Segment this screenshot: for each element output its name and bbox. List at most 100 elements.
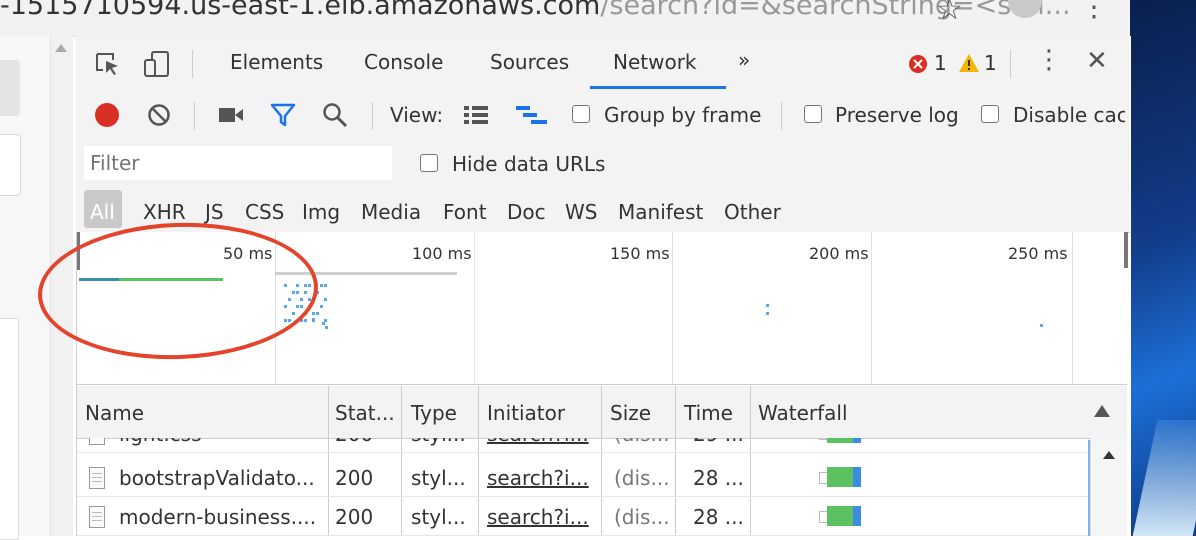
overview-request-dot [320,305,323,308]
warning-count[interactable]: 1 [984,51,997,75]
request-name[interactable]: light.css [119,438,202,446]
more-tabs-button[interactable]: » [738,48,750,72]
waterfall-bar[interactable] [853,506,861,526]
overview-request-dot [766,304,769,307]
group-by-frame-label[interactable]: Group by frame [604,103,761,127]
overview-right-handle[interactable] [1124,232,1128,268]
request-time: 29 ... [693,438,744,446]
request-name[interactable]: modern-business.... [119,505,316,529]
hide-data-urls-label[interactable]: Hide data URLs [452,152,605,176]
filter-type-js[interactable]: JS [205,200,224,224]
filter-type-img[interactable]: Img [302,200,340,224]
warning-icon[interactable] [958,52,980,74]
overview-gridline [871,232,872,384]
requests-table-header [77,386,1127,439]
tab-console[interactable]: Console [364,50,443,74]
request-size: (dis... [614,438,670,446]
preserve-log-label[interactable]: Preserve log [835,103,959,127]
scroll-up-icon[interactable] [55,44,67,52]
request-status: 200 [335,466,374,490]
request-initiator-link[interactable]: search?i... [487,438,589,446]
stylesheet-file-icon [89,506,105,528]
request-status: 200 [335,438,373,446]
page-element [0,60,20,116]
inspect-element-icon[interactable] [95,52,121,76]
screenshot-camera-icon[interactable] [218,106,244,124]
filter-type-media[interactable]: Media [361,200,421,224]
star-icon[interactable]: ☆ [936,0,963,27]
url-text[interactable]: -1515710594.us-east-1.elb.amazonaws.com/… [0,0,1071,21]
filter-type-doc[interactable]: Doc [507,200,546,224]
active-tab-indicator [590,86,726,89]
group-by-frame-checkbox[interactable] [572,105,590,123]
waterfall-bar[interactable] [853,467,861,487]
request-type: styl... [411,466,466,490]
column-type[interactable]: Type [411,401,457,425]
view-label: View: [390,103,444,127]
waterfall-bar[interactable] [827,438,853,443]
request-initiator-link[interactable]: search?i... [487,466,589,490]
toolbar-divider [781,102,782,130]
close-devtools-icon[interactable]: ✕ [1086,46,1108,76]
waterfall-bar[interactable] [827,467,853,487]
column-time[interactable]: Time [684,401,733,425]
disable-cache-label[interactable]: Disable cac [1013,103,1125,127]
filter-input[interactable] [84,146,392,180]
column-name[interactable]: Name [85,401,144,425]
hide-data-urls-checkbox[interactable] [420,154,438,172]
column-waterfall[interactable]: Waterfall [758,401,848,425]
filter-type-all[interactable]: All [90,200,115,224]
toolbar-divider [194,102,195,130]
overview-tick-label: 200 ms [809,244,869,263]
error-icon[interactable] [908,54,928,74]
disable-cache-checkbox[interactable] [981,105,999,123]
overview-tick-label: 100 ms [412,244,472,263]
kebab-menu-icon[interactable]: ⋮ [1080,0,1108,23]
filter-type-ws[interactable]: WS [565,200,597,224]
scroll-up-icon[interactable] [1103,451,1115,459]
overview-request-dot [312,312,315,315]
table-row[interactable]: light.css 200 styl... search?i... (dis..… [77,438,1089,453]
overview-request-dot [312,318,315,321]
request-initiator-link[interactable]: search?i... [487,505,589,529]
overview-request-dot [322,322,325,325]
table-row[interactable]: bootstrapValidato... 200 styl... search?… [77,458,1089,497]
overview-request-dot [316,312,319,315]
tab-network[interactable]: Network [613,50,697,74]
address-bar[interactable]: -1515710594.us-east-1.elb.amazonaws.com/… [0,0,1130,37]
table-row[interactable]: modern-business.... 200 styl... search?i… [77,497,1089,536]
tab-elements[interactable]: Elements [230,50,323,74]
waterfall-view-icon[interactable] [515,104,549,126]
column-status[interactable]: Stat... [335,401,395,425]
filter-type-css[interactable]: CSS [245,200,284,224]
overview-gridline [474,232,475,384]
error-count[interactable]: 1 [934,51,947,75]
sort-up-icon[interactable] [1094,405,1110,417]
filter-type-other[interactable]: Other [724,200,781,224]
tab-sources[interactable]: Sources [490,50,569,74]
preserve-log-checkbox[interactable] [804,105,822,123]
overview-request-dot [304,319,307,322]
waterfall-bar[interactable] [853,438,861,443]
request-name[interactable]: bootstrapValidato... [119,466,315,490]
overview-request-dot [324,298,327,301]
device-toolbar-icon[interactable] [143,50,171,78]
filter-type-xhr[interactable]: XHR [143,200,186,224]
column-size[interactable]: Size [610,401,651,425]
record-icon[interactable] [94,102,120,128]
request-time: 28 ... [693,505,744,529]
list-view-icon[interactable] [463,104,489,126]
clear-icon[interactable] [147,103,171,127]
overview-tick-label: 150 ms [610,244,670,263]
request-type: styl... [411,505,466,529]
filter-type-manifest[interactable]: Manifest [618,200,703,224]
overview-request-dot [320,284,323,287]
search-icon[interactable] [322,102,348,128]
devtools-menu-icon[interactable]: ⋮ [1036,45,1062,75]
toolbar-divider [192,50,193,78]
page-input-edge[interactable] [0,134,21,196]
column-initiator[interactable]: Initiator [487,401,565,425]
waterfall-bar[interactable] [827,506,853,526]
filter-type-font[interactable]: Font [443,200,487,224]
filter-icon[interactable] [270,102,296,128]
